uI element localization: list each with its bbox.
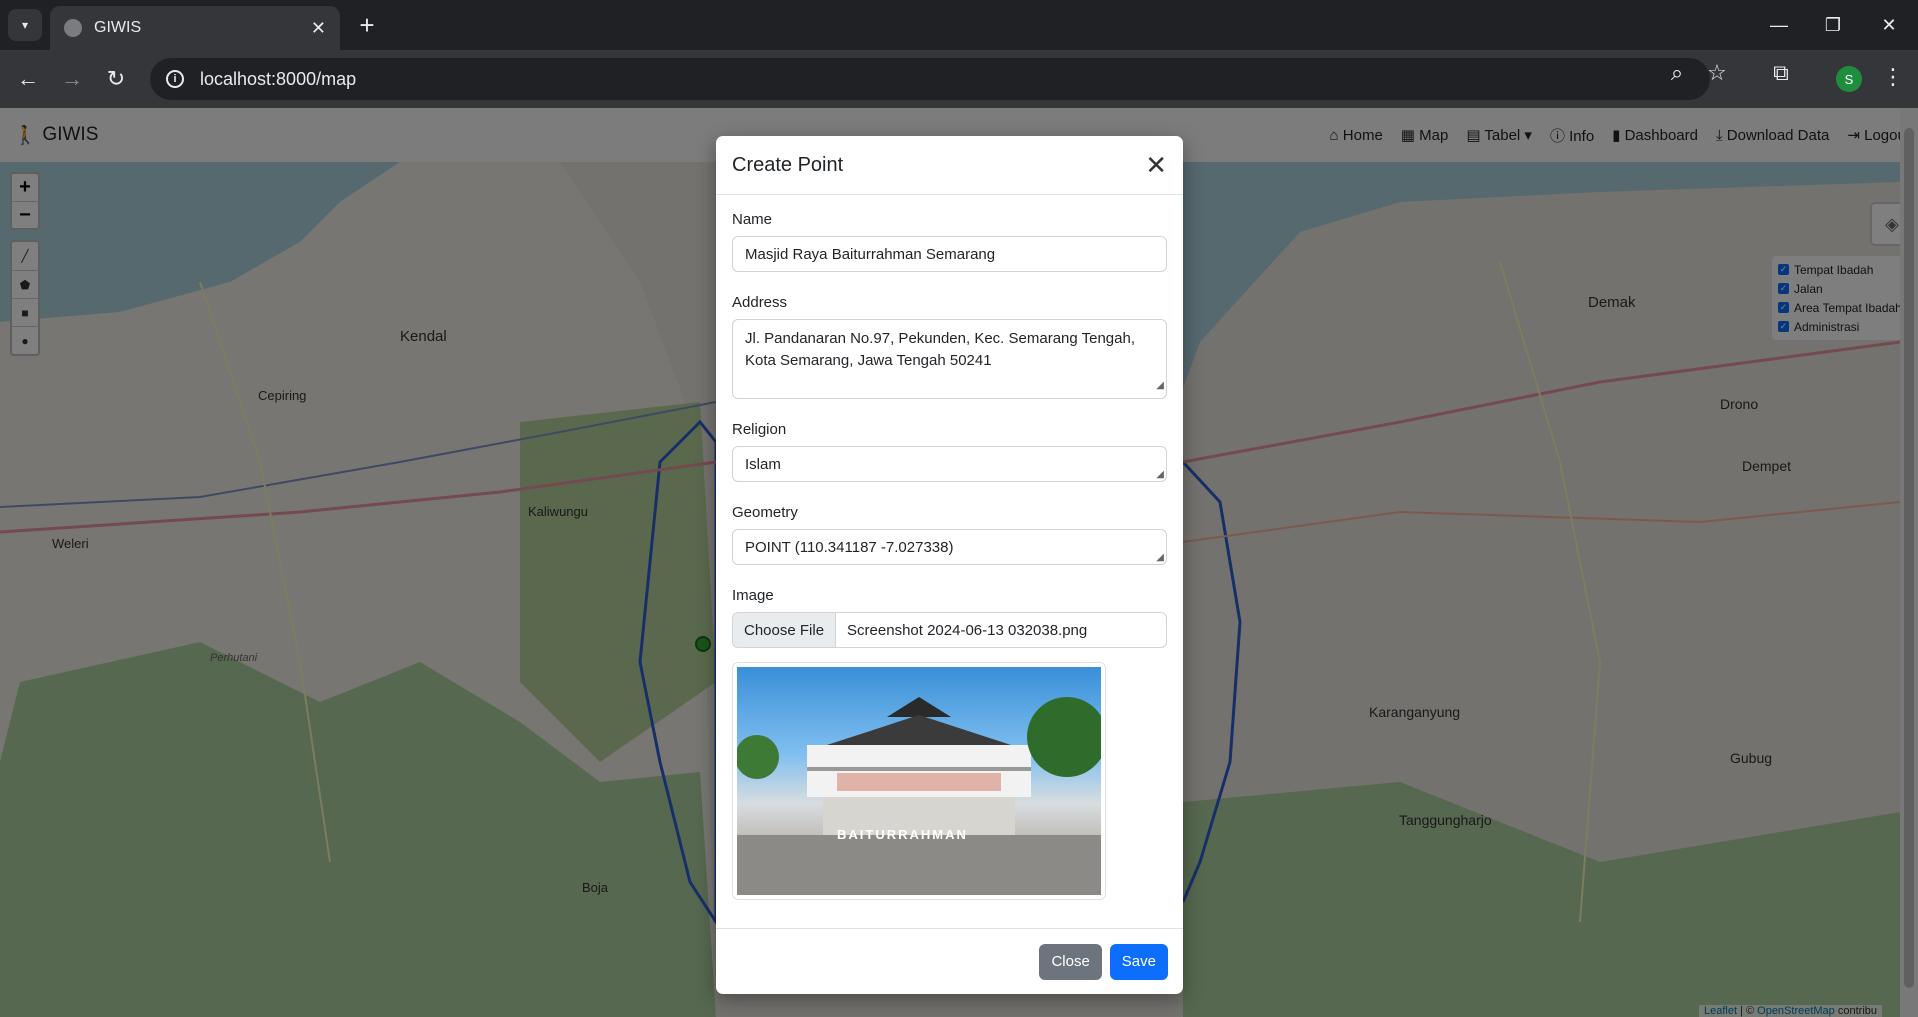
address-label: Address <box>732 294 788 311</box>
religion-label: Religion <box>732 421 787 438</box>
tab-close-icon[interactable]: ✕ <box>311 18 326 39</box>
address-value: Jl. Pandanaran No.97, Pekunden, Kec. Sem… <box>745 330 1135 369</box>
browser-menu-icon[interactable]: ⋮ <box>1882 64 1904 90</box>
image-preview: BAITURRAHMAN <box>732 662 1106 900</box>
extensions-icon[interactable]: ⧉ <box>1766 58 1796 88</box>
name-value: Masjid Raya Baiturrahman Semarang <box>745 245 996 263</box>
image-file-input[interactable]: Choose File Screenshot 2024-06-13 032038… <box>732 612 1167 648</box>
save-button[interactable]: Save <box>1109 943 1168 980</box>
create-point-modal: Create Point ✕ Name Masjid Raya Baiturra… <box>716 136 1183 994</box>
mosque-illustration <box>737 697 1101 895</box>
religion-value: Islam <box>745 455 781 473</box>
window-close-button[interactable]: ✕ <box>1874 10 1904 40</box>
name-label: Name <box>732 211 773 228</box>
image-label: Image <box>732 587 774 604</box>
name-input[interactable]: Masjid Raya Baiturrahman Semarang <box>732 236 1167 272</box>
geometry-label: Geometry <box>732 504 798 521</box>
url-text: localhost:8000/map <box>200 68 357 89</box>
bookmark-star-icon[interactable]: ☆ <box>1702 58 1732 88</box>
geometry-value: POINT (110.341187 -7.027338) <box>745 538 954 556</box>
modal-title: Create Point <box>732 153 844 176</box>
site-info-icon[interactable]: i <box>166 70 184 88</box>
tab-title: GIWIS <box>94 19 142 36</box>
restore-button[interactable]: ❐ <box>1818 10 1848 40</box>
file-name: Screenshot 2024-06-13 032038.png <box>847 621 1088 639</box>
modal-header: Create Point ✕ <box>716 136 1183 195</box>
geometry-textarea[interactable]: POINT (110.341187 -7.027338) ◢ <box>732 529 1167 565</box>
zoom-icon[interactable]: ⌕ <box>1662 58 1692 88</box>
forward-button[interactable]: → <box>56 63 88 95</box>
profile-avatar[interactable]: S <box>1836 66 1862 92</box>
mosque-photo: BAITURRAHMAN <box>737 667 1101 895</box>
resize-handle-icon[interactable]: ◢ <box>1156 552 1164 563</box>
browser-tab-bar: ▾ GIWIS ✕ + — ❐ ✕ <box>0 0 1918 50</box>
choose-file-button[interactable]: Choose File <box>733 613 837 647</box>
religion-textarea[interactable]: Islam ◢ <box>732 446 1167 482</box>
reload-button[interactable]: ↻ <box>100 63 132 95</box>
new-tab-button[interactable]: + <box>352 10 382 40</box>
address-textarea[interactable]: Jl. Pandanaran No.97, Pekunden, Kec. Sem… <box>732 319 1167 399</box>
browser-toolbar: ← → ↻ i localhost:8000/map ⌕ ☆ ⧉ <box>0 50 1918 108</box>
back-button[interactable]: ← <box>12 63 44 95</box>
modal-footer: Close Save <box>716 928 1183 994</box>
photo-sign: BAITURRAHMAN <box>837 827 968 842</box>
close-icon[interactable]: ✕ <box>1145 152 1167 178</box>
close-button[interactable]: Close <box>1039 943 1102 980</box>
minimize-button[interactable]: — <box>1764 10 1794 40</box>
globe-icon <box>64 19 82 37</box>
browser-tab[interactable]: GIWIS ✕ <box>50 6 340 50</box>
modal-body: Name Masjid Raya Baiturrahman Semarang A… <box>716 195 1183 900</box>
resize-handle-icon[interactable]: ◢ <box>1156 469 1164 480</box>
tab-search-button[interactable]: ▾ <box>8 9 42 41</box>
resize-handle-icon[interactable]: ◢ <box>1156 375 1164 397</box>
web-page: 🚶 GIWIS ⌂ Home ▦ Map ▤ Tabel ▾ ⓘ Info ▮ … <box>0 108 1918 1017</box>
address-bar[interactable]: i localhost:8000/map <box>150 58 1710 100</box>
